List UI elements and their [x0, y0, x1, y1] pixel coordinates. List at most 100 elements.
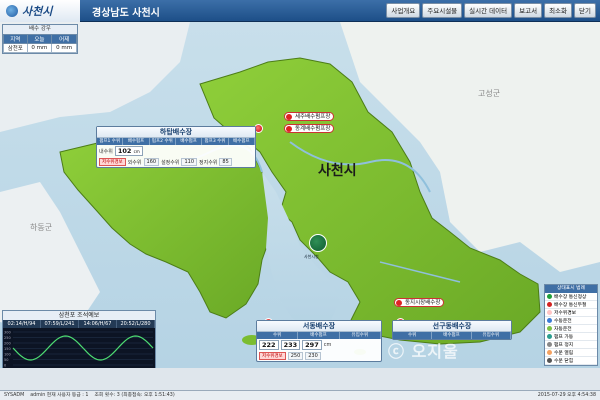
legend-label: 배수장 통신정상: [554, 295, 587, 300]
seodong-col: 수위: [257, 332, 299, 339]
brand-name: 사천시: [22, 5, 53, 18]
legend-label: 수문 닫힘: [554, 359, 574, 364]
tide-axis-label: 250: [4, 336, 11, 340]
seodong-values-row: 222 233 297 cm: [257, 339, 381, 351]
legend-label: 펌프 정지: [554, 343, 574, 348]
hatap-level-row: 내수위 102 cm: [97, 145, 255, 157]
menu-facilities-button[interactable]: 주요시설물: [422, 3, 463, 18]
tide-time: 02:14/H/94: [3, 320, 41, 328]
legend-label: 수문 열림: [554, 351, 574, 356]
tide-time: 07:59/L/241: [41, 320, 79, 328]
seodong-value-3: 297: [302, 340, 322, 350]
hatap-header: 펌프1 수위 배수펌프 펌프2 수위 배수펌프 펌프3 수위 배수펌프: [97, 138, 255, 145]
hatap-col: 배수펌프: [229, 138, 255, 145]
status-datetime: 2015-07-29 오후 4:54:38: [537, 393, 596, 398]
legend-item: 배수장 통신정상: [545, 293, 597, 301]
minimize-button[interactable]: 최소화: [544, 3, 573, 18]
seodong-sub-row: 저수위경보 250 230: [257, 351, 381, 361]
close-button[interactable]: 닫기: [574, 3, 596, 18]
seodong-sub-value: 230: [305, 352, 321, 360]
legend-swatch: [547, 358, 552, 363]
menu-realtime-button[interactable]: 실시간 데이터: [464, 3, 513, 18]
hatap-col: 배수펌프: [123, 138, 150, 145]
hatap-level-label: 내수위: [99, 148, 113, 155]
table-row: 삼천포 0 mm 0 mm: [3, 43, 77, 53]
legend-label: 배수장 통신두절: [554, 303, 587, 308]
top-menu: 사업개요 주요시설물 실시간 데이터 보고서 최소화 닫기: [386, 3, 596, 18]
hatap-col: 배수펌프: [176, 138, 203, 145]
hatap-sub-row: 저수위경보 외수위 160 설정수위 110 정지수위 85: [97, 157, 255, 167]
seodong-sub-value: 250: [287, 352, 304, 360]
tide-chart: 300250 200150 10050 0: [3, 328, 155, 368]
dongji-pump-tag[interactable]: 동지시장배수장: [394, 298, 445, 307]
status-legend: 상태표시 범례 배수장 통신정상 배수장 통신두절 저수위경보 수동운전 자동운전 펌프 …: [544, 284, 598, 366]
watermark: ⓒ 오지울: [388, 342, 459, 361]
legend-item: 자동운전: [545, 325, 597, 333]
legend-swatch: [547, 294, 552, 299]
seodong-header: 수위 배수펌프 유입수위: [257, 332, 381, 339]
hatap-col: 펌프3 수위: [202, 138, 229, 145]
rainfall-header: 오늘: [26, 34, 53, 44]
brand-logo: 사천시: [0, 0, 80, 22]
tide-times: 02:14/H/94 07:59/L/241 14:06/H/67 20:52/…: [3, 320, 155, 328]
legend-label: 펌프 가동: [554, 335, 574, 340]
rainfall-header: 지역: [3, 34, 28, 44]
rainfall-today: 0 mm: [26, 43, 53, 53]
hatap-station-panel[interactable]: 하탑배수장 펌프1 수위 배수펌프 펌프2 수위 배수펌프 펌프3 수위 배수펌…: [96, 126, 256, 168]
tide-axis-label: 100: [4, 353, 11, 357]
legend-item: 수문 닫힘: [545, 357, 597, 365]
city-label: 사천시: [318, 163, 357, 179]
hatap-title: 하탑배수장: [97, 127, 255, 138]
seongu-station-panel[interactable]: 선구동배수장 수위 배수펌프 유입수위: [392, 320, 512, 340]
hatap-sub-value: 110: [181, 158, 198, 166]
seodong-title: 서동배수장: [257, 321, 381, 332]
rainfall-header: 어제: [51, 34, 77, 44]
legend-item: 저수위경보: [545, 309, 597, 317]
seodong-value-3-text: 297: [305, 341, 319, 349]
seodong-col: 배수펌프: [298, 332, 340, 339]
hatap-alarm-badge: 저수위경보: [99, 158, 126, 166]
status-user: SYSADM: [4, 393, 25, 398]
tide-axis-label: 0: [4, 364, 6, 368]
rainfall-title: 배수 강우: [3, 25, 77, 34]
region-title: 경상남도 사천시: [92, 8, 160, 19]
hadong-label: 하동군: [30, 223, 53, 232]
city-hall-label: 사천시청: [304, 254, 319, 259]
hatap-water-level-value: 102: [117, 147, 132, 155]
city-hall-icon[interactable]: [309, 234, 327, 252]
tide-axis-label: 150: [4, 347, 11, 351]
seodong-value-2-text: 233: [283, 341, 298, 349]
legend-item: 배수장 통신두절: [545, 301, 597, 309]
hatap-sub-label: 설정수위: [161, 159, 180, 166]
title-bar: 사천시 경상남도 사천시 사업개요 주요시설물 실시간 데이터 보고서 최소화 …: [0, 0, 600, 22]
rainfall-panel: 배수 강우 지역 오늘 어제 삼천포 0 mm 0 mm: [2, 24, 78, 54]
status-message: 조회 횟수: 3 (최종접속: 오후 1:51:43): [94, 393, 175, 398]
legend-swatch: [547, 342, 552, 347]
legend-item: 펌프 정지: [545, 341, 597, 349]
suju-pump-tag[interactable]: 세주배수펌프장: [284, 112, 335, 121]
app-window: 사천시 경상남도 사천시 사업개요 주요시설물 실시간 데이터 보고서 최소화 …: [0, 0, 600, 400]
legend-swatch: [547, 350, 552, 355]
legend-swatch: [547, 318, 552, 323]
unit: cm: [323, 342, 332, 348]
legend-label: 저수위경보: [554, 311, 577, 316]
goseong-label: 고성군: [478, 89, 501, 98]
status-user-info: admin 현재 사용자 등급 : 1: [30, 393, 89, 398]
status-bar: SYSADM admin 현재 사용자 등급 : 1 조회 횟수: 3 (최종접…: [0, 390, 600, 400]
legend-swatch: [547, 302, 552, 307]
dongye-pump-tag[interactable]: 동계배수펌프장: [284, 124, 335, 133]
tide-time: 20:52/L/280: [117, 320, 155, 328]
hatap-sub-value: 160: [143, 158, 160, 166]
menu-report-button[interactable]: 보고서: [514, 3, 543, 18]
hatap-sub-label: 정지수위: [199, 159, 218, 166]
legend-item: 수동운전: [545, 317, 597, 325]
unit: cm: [133, 149, 140, 154]
legend-item: 수문 열림: [545, 349, 597, 357]
city-emblem-icon: [6, 5, 18, 17]
seodong-station-panel[interactable]: 서동배수장 수위 배수펌프 유입수위 222 233 297 cm 저수위경보 …: [256, 320, 382, 362]
legend-label: 자동운전: [554, 327, 572, 332]
menu-overview-button[interactable]: 사업개요: [386, 3, 421, 18]
seongu-title: 선구동배수장: [393, 321, 511, 332]
seodong-value-1: 222: [259, 340, 279, 350]
rainfall-yesterday: 0 mm: [51, 43, 77, 53]
